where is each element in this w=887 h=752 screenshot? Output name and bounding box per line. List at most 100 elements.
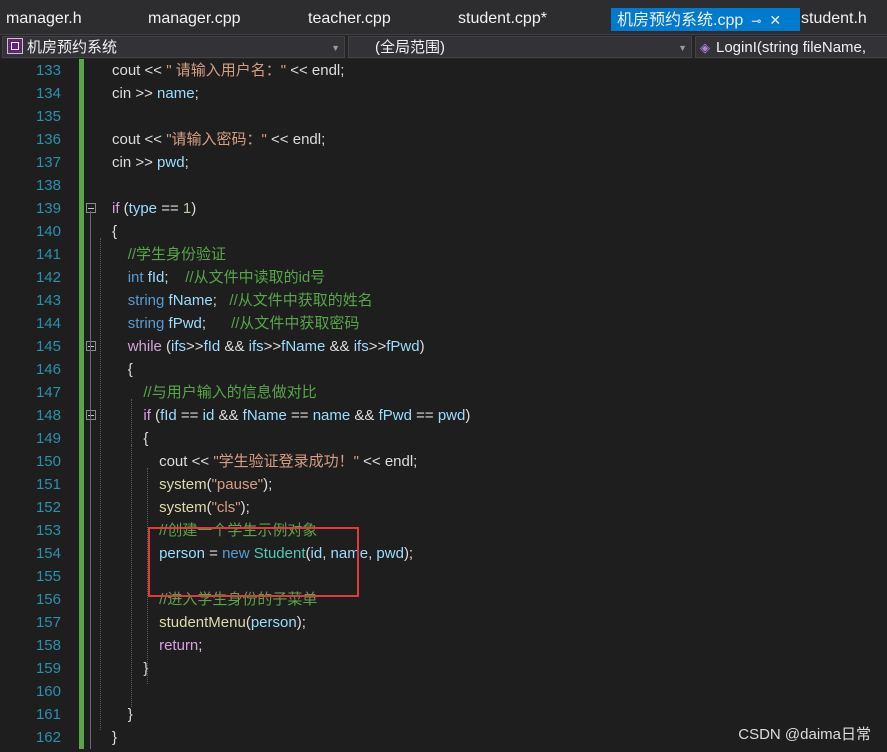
line-number: 137 — [35, 154, 61, 171]
code-text: cout << "学生验证登录成功！" << endl; — [159, 450, 417, 473]
code-text: cout << " 请输入用户名：" << endl; — [112, 59, 344, 82]
code-line[interactable]: 156//进入学生身份的子菜单 — [0, 588, 887, 611]
change-marker — [79, 519, 84, 542]
change-marker — [79, 450, 84, 473]
line-number: 142 — [35, 269, 61, 286]
scope-dropdown[interactable]: (全局范围) ▼ — [348, 36, 692, 58]
code-token: fId — [147, 269, 165, 286]
code-token: ); — [263, 476, 273, 493]
change-marker — [79, 105, 84, 128]
code-token: ); — [296, 614, 306, 631]
tab-manager-h[interactable]: manager.h — [6, 7, 82, 31]
code-token: ifs — [171, 338, 187, 355]
code-line[interactable]: 136 cout << "请输入密码：" << endl; — [0, 128, 887, 151]
code-line[interactable]: 146 { — [0, 358, 887, 381]
pin-icon[interactable]: ⊸ — [751, 14, 761, 28]
code-token: person — [250, 614, 297, 631]
code-text: while (ifs>>fId && ifs>>fName && ifs>>fP… — [128, 335, 425, 358]
code-line[interactable]: 158 return; — [0, 634, 887, 657]
tab-active-main-cpp[interactable]: 机房预约系统.cpp ⊸ ✕ — [611, 8, 800, 31]
project-dropdown[interactable]: 机房预约系统 ▼ — [2, 36, 345, 58]
code-token: fName — [242, 407, 287, 424]
change-marker — [79, 404, 84, 427]
code-token: fName — [168, 292, 213, 309]
code-line[interactable]: 151 system("pause"); — [0, 473, 887, 496]
change-marker — [79, 427, 84, 450]
change-marker — [79, 726, 84, 749]
watermark: CSDN @daima日常 — [738, 726, 871, 743]
line-number: 141 — [35, 246, 61, 263]
code-line[interactable]: 140 { — [0, 220, 887, 243]
tab-manager-cpp[interactable]: manager.cpp — [148, 7, 241, 31]
line-number: 148 — [35, 407, 61, 424]
code-line[interactable]: 139 if (type == 1) — [0, 197, 887, 220]
code-line[interactable]: 144 string fPwd; //从文件中获取密码 — [0, 312, 887, 335]
code-token: int — [127, 269, 144, 286]
code-token: cin >> — [112, 85, 158, 102]
code-token: ; — [194, 85, 199, 102]
code-token: { — [143, 430, 149, 447]
code-line[interactable]: 153//创建一个学生示例对象 — [0, 519, 887, 542]
tab-label: teacher.cpp — [308, 10, 391, 27]
chevron-down-icon: ▼ — [331, 43, 340, 53]
line-number: 145 — [35, 338, 61, 355]
tab-label: manager.cpp — [148, 10, 241, 27]
code-line[interactable]: 137 cin >> pwd; — [0, 151, 887, 174]
change-marker — [79, 59, 84, 82]
member-dropdown[interactable]: ◈ LoginI(string fileName, — [695, 36, 887, 58]
line-number: 144 — [35, 315, 61, 332]
project-name: 机房预约系统 — [27, 39, 118, 56]
code-token: ) — [419, 338, 425, 355]
change-marker — [79, 197, 84, 220]
code-line[interactable]: 155 — [0, 565, 887, 588]
change-marker — [79, 611, 84, 634]
code-line[interactable]: 149 { — [0, 427, 887, 450]
code-line[interactable]: 141 //学生身份验证 — [0, 243, 887, 266]
code-token: << endl; — [266, 131, 326, 148]
change-marker — [79, 542, 84, 565]
code-token: { — [127, 361, 133, 378]
change-marker — [79, 220, 84, 243]
close-icon[interactable]: ✕ — [769, 12, 781, 28]
change-marker — [79, 174, 84, 197]
code-token: ; — [184, 154, 189, 171]
tab-teacher-cpp[interactable]: teacher.cpp — [308, 7, 391, 31]
code-token: && — [214, 407, 243, 424]
collapse-icon[interactable] — [86, 410, 96, 420]
line-number: 149 — [35, 430, 61, 447]
code-line[interactable]: 150 cout << "学生验证登录成功！" << endl; — [0, 450, 887, 473]
code-line[interactable]: 159} — [0, 657, 887, 680]
code-line[interactable]: 154 person = new Student(id, name, pwd); — [0, 542, 887, 565]
line-number: 133 — [35, 62, 61, 79]
code-line[interactable]: 152 system("cls"); — [0, 496, 887, 519]
code-text: return; — [159, 634, 202, 657]
collapse-icon[interactable] — [86, 341, 96, 351]
change-marker — [79, 381, 84, 404]
line-number: 154 — [35, 545, 61, 562]
code-line[interactable]: 133 cout << " 请输入用户名：" << endl; — [0, 59, 887, 82]
code-token: id — [202, 407, 215, 424]
code-line[interactable]: 134 cin >> name; — [0, 82, 887, 105]
code-token: } — [112, 729, 118, 746]
code-token: //学生身份验证 — [127, 246, 227, 263]
member-label: LoginI(string fileName, — [716, 39, 867, 56]
code-line[interactable]: 142 int fId; //从文件中读取的id号 — [0, 266, 887, 289]
code-token: ( — [161, 338, 172, 355]
code-line[interactable]: 160 — [0, 680, 887, 703]
collapse-icon[interactable] — [86, 203, 96, 213]
code-line[interactable]: 145 while (ifs>>fId && ifs>>fName && ifs>… — [0, 335, 887, 358]
code-line[interactable]: 138 — [0, 174, 887, 197]
code-line[interactable]: 148 if (fId == id && fName == name && fPw… — [0, 404, 887, 427]
line-number: 155 — [35, 568, 61, 585]
code-token: "请输入密码：" — [166, 131, 267, 148]
change-marker — [79, 151, 84, 174]
code-token: name — [157, 85, 195, 102]
code-token: ( — [150, 407, 161, 424]
code-editor[interactable]: 133 cout << " 请输入用户名：" << endl; 134 cin >> … — [0, 59, 887, 752]
tab-student-cpp[interactable]: student.cpp* — [458, 7, 547, 31]
code-line[interactable]: 143 string fName; //从文件中获取的姓名 — [0, 289, 887, 312]
code-line[interactable]: 157 studentMenu(person); — [0, 611, 887, 634]
tab-student-h[interactable]: student.h — [801, 7, 867, 31]
code-line[interactable]: 135 — [0, 105, 887, 128]
code-line[interactable]: 147 //与用户输入的信息做对比 — [0, 381, 887, 404]
